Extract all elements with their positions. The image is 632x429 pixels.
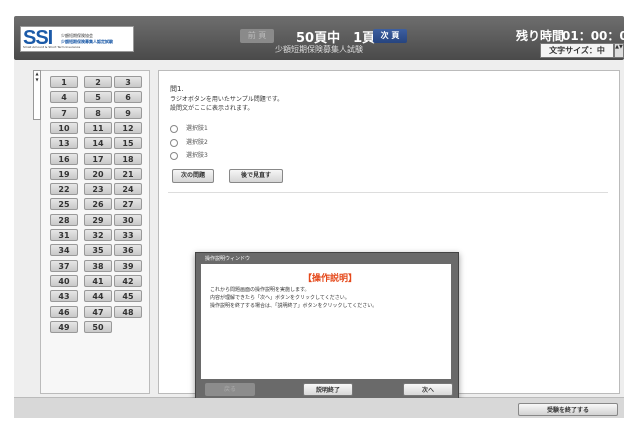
question-nav-button[interactable]: 28 [50, 213, 78, 226]
option-label: 選択肢1 [186, 125, 208, 132]
exam-title: 少額短期保険募集人試験 [275, 45, 363, 54]
option-label: 選択肢2 [186, 139, 208, 146]
question-nav-button[interactable]: 25 [50, 198, 78, 211]
ssi-logo: SSI 少額短期保険協会 少額短期保険募集人認定試験 Small Amount … [20, 26, 134, 52]
question-nav-button[interactable]: 34 [50, 244, 78, 257]
option-1[interactable]: 選択肢1 [170, 123, 208, 133]
question-nav-button[interactable]: 9 [114, 106, 142, 119]
modal-title: 操作説明ウィンドウ [205, 256, 251, 262]
question-nav-button[interactable]: 16 [50, 152, 78, 165]
question-nav-button[interactable]: 13 [50, 137, 78, 150]
question-nav-button[interactable]: 22 [50, 183, 78, 196]
modal-line-2: 内容が理解できたら「次へ」ボタンをクリックしてください。 [210, 295, 350, 301]
question-nav-button[interactable]: 14 [84, 137, 112, 150]
question-nav-button[interactable]: 23 [84, 183, 112, 196]
question-nav-button[interactable]: 30 [114, 213, 142, 226]
question-nav-button[interactable]: 19 [50, 167, 78, 180]
question-nav-button[interactable]: 18 [114, 152, 142, 165]
question-nav-button[interactable]: 42 [114, 274, 142, 287]
font-size-spinner-icon[interactable]: ▲▼ [614, 43, 624, 58]
prev-page-button[interactable]: 前 頁 [240, 29, 274, 43]
question-nav-button[interactable]: 7 [50, 106, 78, 119]
question-nav-button[interactable]: 33 [114, 229, 142, 241]
time-remaining-value: 01：00：00 [562, 29, 632, 43]
question-text-line-2: 設問文がここに表示されます。 [170, 105, 254, 112]
question-nav-button[interactable]: 47 [84, 305, 112, 318]
next-page-button[interactable]: 次 頁 [373, 29, 407, 43]
question-nav-button[interactable]: 1 [50, 76, 78, 88]
modal-next-button[interactable]: 次へ [403, 383, 453, 396]
question-nav-button[interactable]: 15 [114, 137, 142, 150]
question-nav-button[interactable]: 29 [84, 213, 112, 226]
question-nav-button[interactable]: 21 [114, 167, 142, 180]
option-3[interactable]: 選択肢3 [170, 150, 208, 160]
question-nav-button[interactable]: 10 [50, 121, 78, 134]
modal-line-1: これから問題画面の操作説明を実施します。 [210, 287, 310, 293]
question-nav-button[interactable]: 40 [50, 274, 78, 287]
question-text-line-1: ラジオボタンを用いたサンプル問題です。 [170, 96, 284, 103]
question-nav-button[interactable]: 46 [50, 305, 78, 318]
question-nav-button[interactable]: 41 [84, 274, 112, 287]
question-nav-button[interactable]: 39 [114, 259, 142, 272]
question-nav-button[interactable]: 26 [84, 198, 112, 211]
question-nav-button[interactable]: 49 [50, 320, 78, 333]
font-size-select[interactable]: 文字サイズ：中 [540, 43, 614, 58]
question-nav-button[interactable]: 17 [84, 152, 112, 165]
question-nav-button[interactable]: 37 [50, 259, 78, 272]
question-nav-button[interactable]: 12 [114, 121, 142, 134]
question-nav-button[interactable]: 20 [84, 167, 112, 180]
question-nav-button[interactable]: 38 [84, 259, 112, 272]
question-nav-button[interactable]: 48 [114, 305, 142, 318]
radio-icon[interactable] [170, 138, 178, 147]
question-nav-button[interactable]: 24 [114, 183, 142, 196]
question-nav-button[interactable]: 45 [114, 290, 142, 303]
question-nav-button[interactable]: 6 [114, 91, 142, 104]
radio-icon[interactable] [170, 151, 178, 160]
radio-icon[interactable] [170, 124, 178, 133]
next-question-button[interactable]: 次の問題 [172, 169, 214, 183]
question-nav-button[interactable]: 5 [84, 91, 112, 104]
question-nav-button[interactable]: 11 [84, 121, 112, 134]
question-number: 問1. [170, 85, 184, 93]
question-nav-button[interactable]: 8 [84, 106, 112, 119]
finish-exam-button[interactable]: 受験を終了する [518, 403, 618, 416]
end-instructions-button[interactable]: 説明終了 [303, 383, 353, 396]
question-nav-button[interactable]: 4 [50, 91, 78, 104]
question-nav-button[interactable]: 35 [84, 244, 112, 257]
modal-line-3: 操作説明を終了する場合は、「説明終了」ボタンをクリックしてください。 [210, 303, 378, 309]
logo-subtitle-3: Small Amount & Short Term Insurance [23, 45, 81, 49]
question-nav-button[interactable]: 32 [84, 229, 112, 241]
time-remaining-label: 残り時間 [516, 29, 565, 43]
question-nav-button[interactable]: 43 [50, 290, 78, 303]
question-nav-button[interactable]: 44 [84, 290, 112, 303]
question-nav-button[interactable]: 27 [114, 198, 142, 211]
question-nav-button[interactable]: 50 [84, 320, 112, 333]
question-nav-button[interactable]: 36 [114, 244, 142, 257]
question-nav-button[interactable]: 31 [50, 229, 78, 241]
option-2[interactable]: 選択肢2 [170, 137, 208, 147]
modal-heading: 【操作説明】 [303, 274, 358, 284]
question-nav-button[interactable]: 2 [84, 76, 112, 88]
modal-back-button[interactable]: 戻る [205, 383, 255, 396]
option-label: 選択肢3 [186, 152, 208, 159]
review-later-button[interactable]: 後で見直す [229, 169, 283, 183]
question-nav-button[interactable]: 3 [114, 76, 142, 88]
nav-scroll-icon[interactable]: ▲ ▼ [33, 70, 41, 120]
divider [168, 192, 608, 193]
